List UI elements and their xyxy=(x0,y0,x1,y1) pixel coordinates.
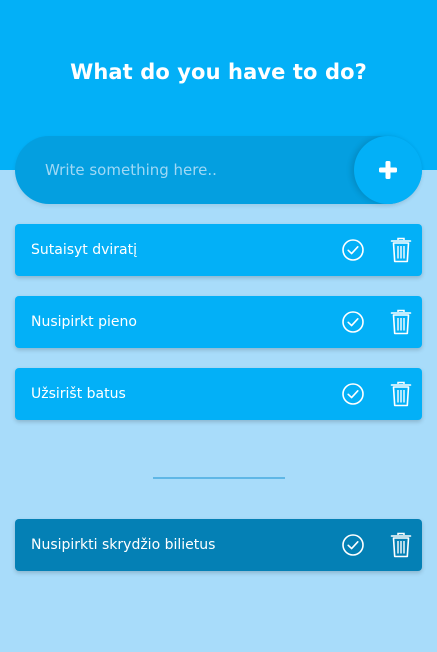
trash-icon[interactable] xyxy=(390,309,412,335)
check-circle-icon[interactable] xyxy=(341,238,365,262)
add-item-bar xyxy=(15,136,422,204)
check-circle-icon[interactable] xyxy=(341,310,365,334)
check-circle-icon[interactable] xyxy=(341,382,365,406)
new-item-input[interactable] xyxy=(45,136,345,204)
add-button[interactable] xyxy=(354,136,422,204)
check-circle-icon[interactable] xyxy=(341,533,365,557)
completed-item-label: Nusipirkti skrydžio bilietus xyxy=(31,537,216,553)
todo-item-label: Užsirišt batus xyxy=(31,386,126,402)
completed-item: Nusipirkti skrydžio bilietus xyxy=(15,519,422,571)
todo-item-label: Sutaisyt dviratį xyxy=(31,242,138,258)
todo-item-label: Nusipirkt pieno xyxy=(31,314,137,330)
todo-item: Užsirišt batus xyxy=(15,368,422,420)
trash-icon[interactable] xyxy=(390,381,412,407)
trash-icon[interactable] xyxy=(390,237,412,263)
plus-icon xyxy=(379,161,397,179)
todo-item: Nusipirkt pieno xyxy=(15,296,422,348)
divider xyxy=(153,477,285,479)
todo-item: Sutaisyt dviratį xyxy=(15,224,422,276)
trash-icon[interactable] xyxy=(390,532,412,558)
page-title: What do you have to do? xyxy=(70,60,367,84)
